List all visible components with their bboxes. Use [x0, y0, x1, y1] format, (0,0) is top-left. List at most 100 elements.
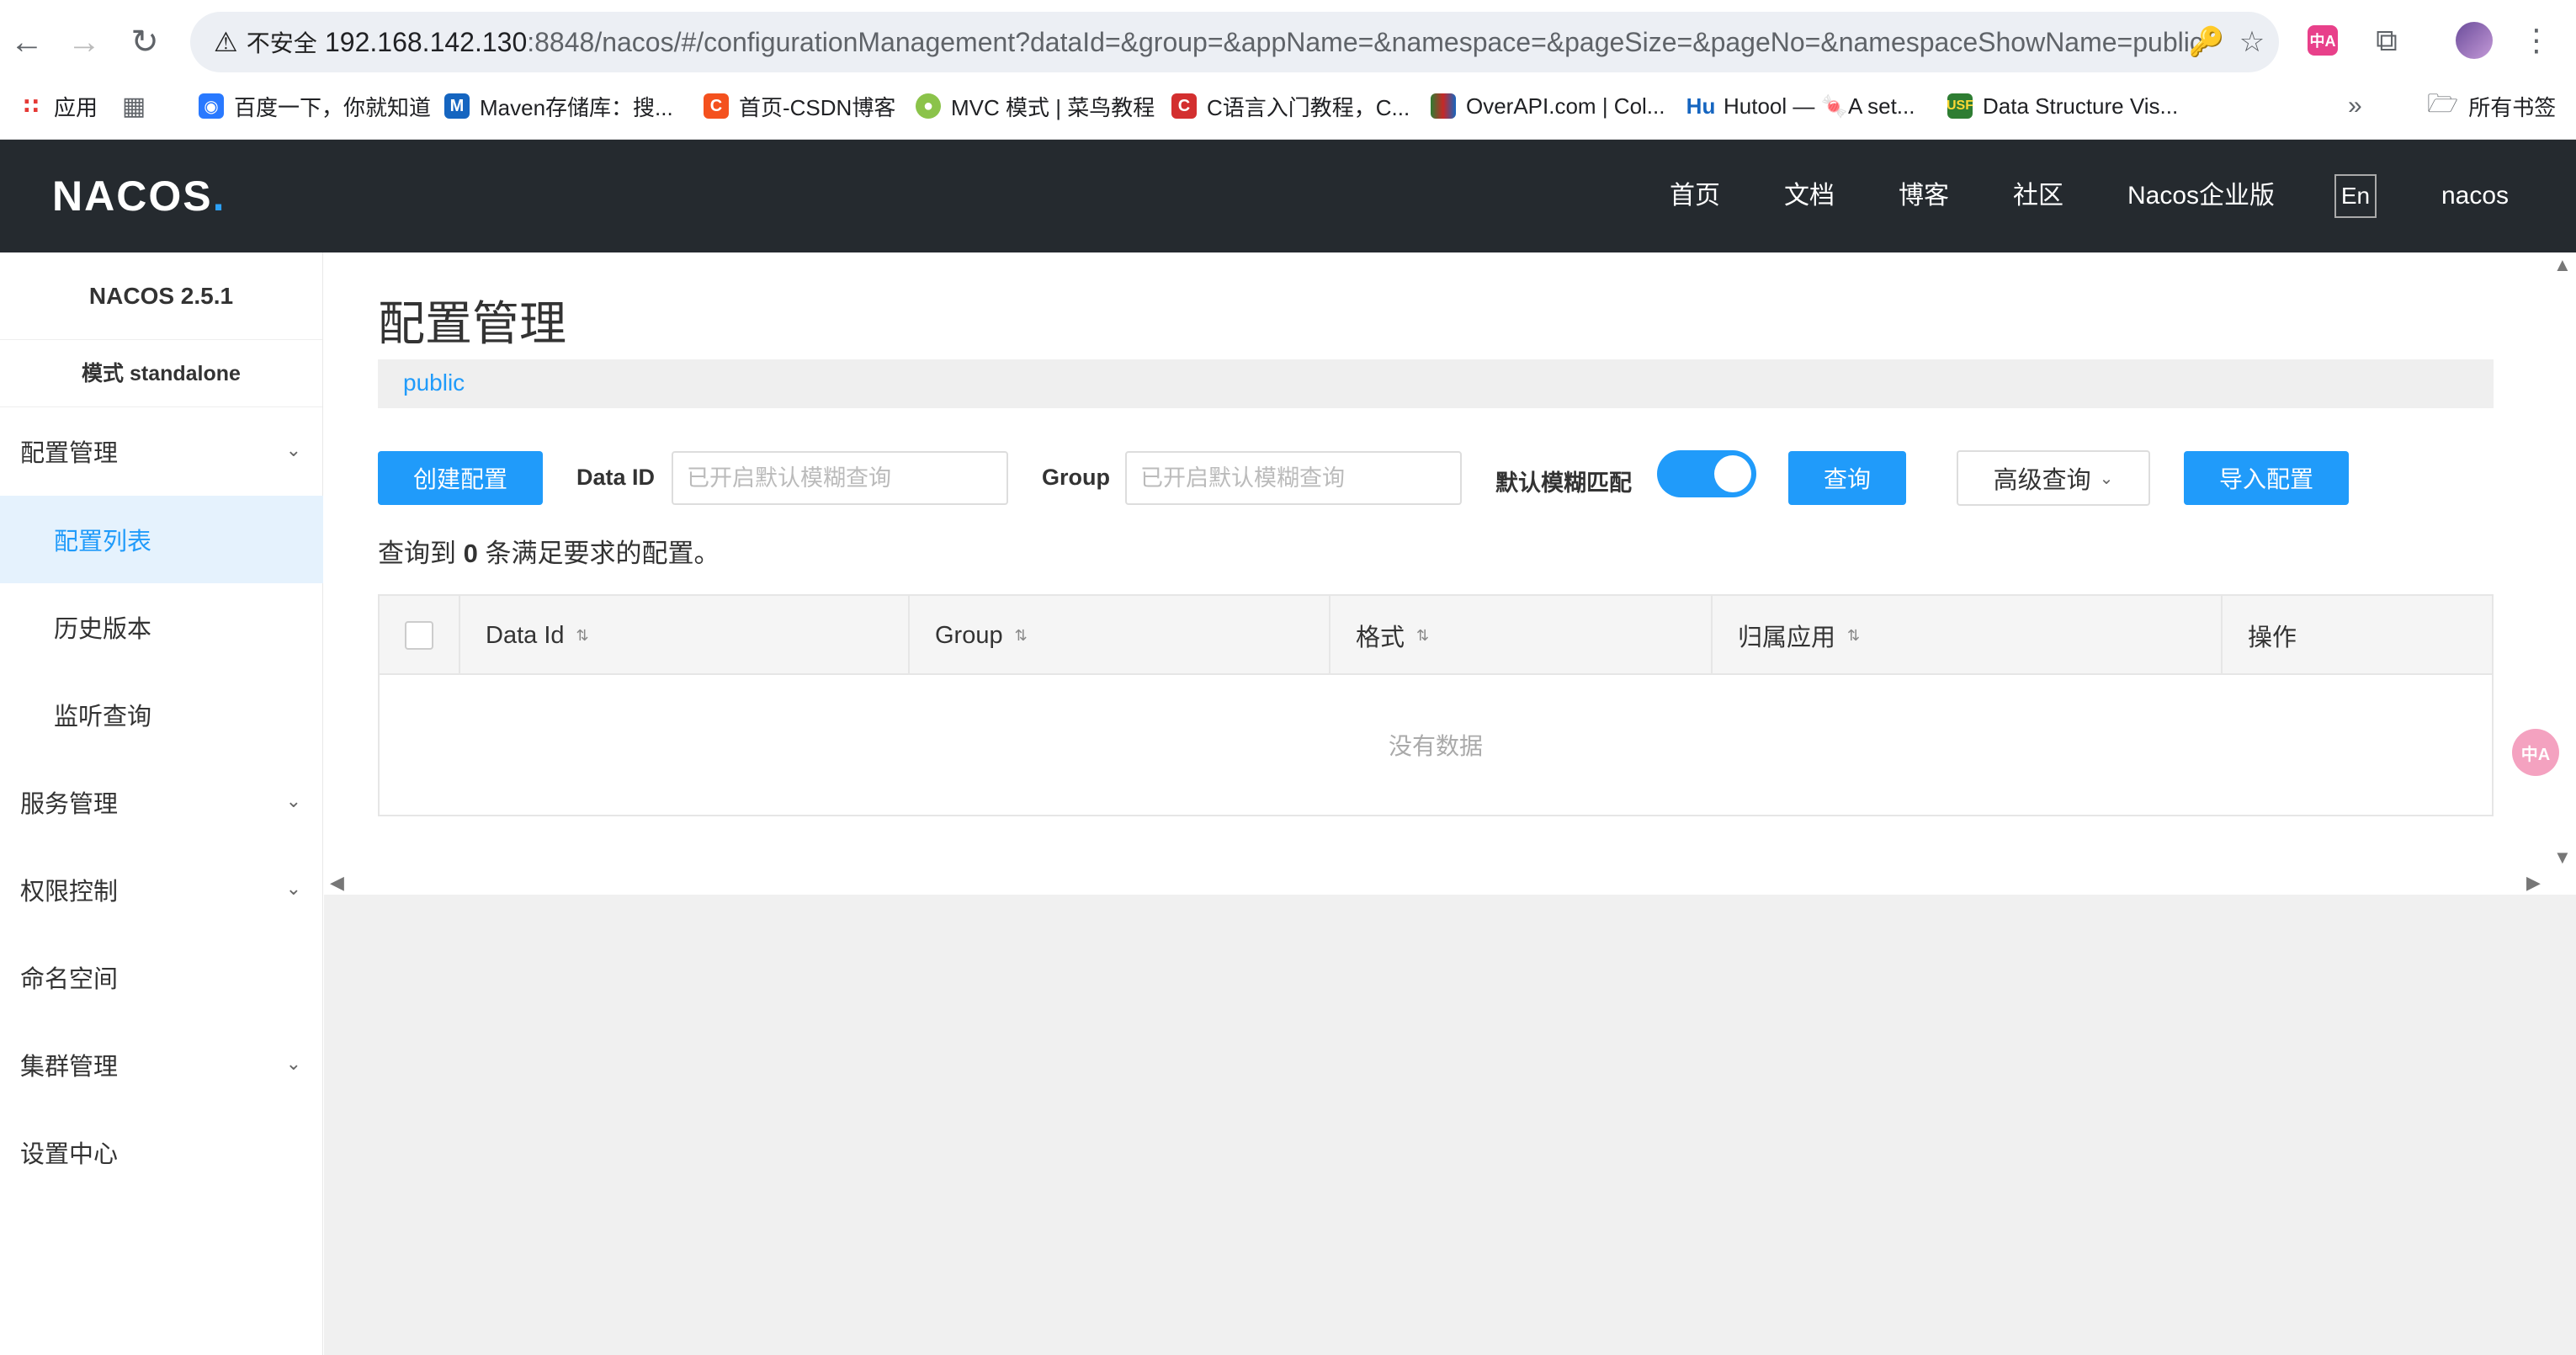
nav-docs[interactable]: 文档 [1784, 140, 1835, 252]
bookmark-label: C语言入门教程，C... [1207, 94, 1410, 120]
sidebar-item-label: 监听查询 [54, 704, 152, 731]
table-header: Data Id ⇅ Group ⇅ 格式 ⇅ 归属应用 ⇅ 操作 [380, 596, 2492, 675]
menu-kebab-icon[interactable]: ⋮ [2511, 15, 2562, 66]
bookmarks-overflow-icon[interactable]: » [2348, 82, 2362, 130]
bookmark-apps[interactable]: ∷ 应用 [19, 82, 98, 130]
bookmark-baidu[interactable]: ◉ 百度一下，你就知道 [199, 82, 431, 130]
sort-icon[interactable]: ⇅ [576, 627, 589, 645]
column-header-actions: 操作 [2223, 596, 2492, 675]
bookmark-label: 应用 [54, 94, 98, 120]
select-all-checkbox[interactable] [405, 621, 433, 650]
sort-icon[interactable]: ⇅ [1847, 627, 1860, 645]
scroll-down-icon[interactable]: ▼ [2553, 847, 2572, 869]
extensions-icon[interactable]: ⧉ [2361, 15, 2412, 66]
security-indicator[interactable]: ⚠ 不安全 [200, 19, 336, 66]
bookmark-runoob[interactable]: ● MVC 模式 | 菜鸟教程 [916, 82, 1155, 130]
bookmark-label: Hutool — 🍬A set... [1724, 93, 1915, 119]
chevron-down-icon: ⌄ [2099, 469, 2114, 488]
sidebar-item-access-control[interactable]: 权限控制 ⌄ [0, 846, 323, 933]
result-count: 0 [463, 539, 478, 568]
version-label: NACOS 2.5.1 [0, 252, 322, 340]
app-header: NACOS. 首页 文档 博客 社区 Nacos企业版 En nacos [0, 140, 2576, 252]
sort-icon[interactable]: ⇅ [1015, 627, 1028, 645]
import-config-button[interactable]: 导入配置 [2184, 451, 2349, 505]
translate-extension-icon[interactable]: 中A [2308, 25, 2338, 56]
sidebar-item-namespace[interactable]: 命名空间 [0, 933, 323, 1021]
namespace-public[interactable]: public [403, 369, 465, 396]
config-table: Data Id ⇅ Group ⇅ 格式 ⇅ 归属应用 ⇅ 操作 没有数据 [378, 594, 2494, 816]
result-prefix: 查询到 [378, 539, 456, 568]
sidebar-item-label: 权限控制 [20, 879, 119, 906]
fuzzy-match-toggle[interactable] [1657, 450, 1756, 497]
all-bookmarks[interactable]: 🗁 所有书签 [2427, 82, 2556, 130]
language-switch[interactable]: En [2334, 174, 2377, 218]
dataid-input[interactable] [672, 451, 1008, 505]
sidebar-item-label: 服务管理 [20, 791, 119, 818]
advanced-query-button[interactable]: 高级查询 ⌄ [1957, 450, 2150, 506]
group-input[interactable] [1125, 451, 1462, 505]
nav-enterprise[interactable]: Nacos企业版 [2127, 140, 2275, 252]
result-summary: 查询到 0 条满足要求的配置。 [378, 532, 720, 570]
column-header-dataid[interactable]: Data Id ⇅ [460, 596, 910, 675]
sidebar-item-cluster-management[interactable]: 集群管理 ⌄ [0, 1021, 323, 1108]
nav-blog[interactable]: 博客 [1899, 140, 1949, 252]
bookmark-tab-groups[interactable]: ▦ [121, 82, 146, 130]
sort-icon[interactable]: ⇅ [1416, 627, 1429, 645]
maven-icon: M [444, 93, 470, 119]
column-header-app[interactable]: 归属应用 ⇅ [1713, 596, 2223, 675]
url-text[interactable]: 192.168.142.130:8848/nacos/#/configurati… [325, 12, 2203, 72]
user-menu[interactable]: nacos [2441, 140, 2509, 252]
warning-icon: ⚠ [214, 27, 238, 57]
sidebar-item-config-management[interactable]: 配置管理 ⌄ [0, 407, 323, 495]
bookmark-label: 首页-CSDN博客 [739, 94, 896, 120]
bookmark-csdn[interactable]: C 首页-CSDN博客 [704, 82, 895, 130]
sidebar-item-settings[interactable]: 设置中心 [0, 1108, 323, 1196]
password-key-icon[interactable]: 🔑 [2185, 20, 2228, 64]
hutool-icon: Hu [1686, 93, 1716, 119]
scroll-up-icon[interactable]: ▲ [2553, 254, 2572, 276]
empty-state: 没有数据 [1388, 733, 1483, 759]
floating-translate-icon[interactable]: 中A [2512, 729, 2559, 776]
folder-icon: 🗁 [2427, 89, 2459, 118]
sidebar-item-history[interactable]: 历史版本 [0, 583, 323, 671]
column-label: Data Id [486, 621, 565, 649]
sidebar-item-label: 配置列表 [54, 529, 152, 555]
usf-icon: USF [1947, 93, 1973, 119]
profile-avatar[interactable] [2456, 22, 2493, 59]
advanced-query-label: 高级查询 [1993, 467, 2091, 494]
scroll-left-icon[interactable]: ◀ [330, 872, 344, 894]
sidebar-item-label: 配置管理 [20, 440, 119, 467]
sidebar-item-listener-query[interactable]: 监听查询 [0, 671, 323, 758]
create-config-button[interactable]: 创建配置 [378, 451, 543, 505]
nav-home[interactable]: 首页 [1670, 140, 1720, 252]
bookmark-c-tutorial[interactable]: C C语言入门教程，C... [1171, 82, 1410, 130]
bookmark-label: 百度一下，你就知道 [234, 94, 432, 120]
bookmark-maven[interactable]: M Maven存储库：搜... [444, 82, 673, 130]
back-icon[interactable]: ← [2, 17, 52, 67]
bookmark-star-icon[interactable]: ☆ [2230, 20, 2274, 64]
tab-groups-icon: ▦ [121, 92, 146, 120]
scroll-right-icon[interactable]: ▶ [2526, 872, 2541, 894]
group-label: Group [1042, 465, 1110, 490]
nacos-logo[interactable]: NACOS. [52, 172, 226, 221]
chevron-down-icon: ⌄ [285, 439, 301, 460]
sidebar: NACOS 2.5.1 模式 standalone 配置管理 ⌄ 配置列表 历史… [0, 252, 323, 1355]
address-bar[interactable]: ⚠ 不安全 192.168.142.130:8848/nacos/#/confi… [190, 12, 2279, 72]
forward-icon[interactable]: → [59, 17, 109, 67]
mode-label: 模式 standalone [0, 340, 322, 407]
browser-chrome: ← → ↻ ⚠ 不安全 192.168.142.130:8848/nacos/#… [0, 0, 2576, 140]
bookmark-usf[interactable]: USF Data Structure Vis... [1947, 82, 2178, 130]
query-button[interactable]: 查询 [1788, 451, 1906, 505]
column-header-format[interactable]: 格式 ⇅ [1330, 596, 1713, 675]
nav-community[interactable]: 社区 [2013, 140, 2063, 252]
column-header-group[interactable]: Group ⇅ [910, 596, 1330, 675]
sidebar-item-label: 设置中心 [20, 1141, 119, 1168]
sidebar-item-config-list[interactable]: 配置列表 [0, 496, 323, 583]
sidebar-item-service-management[interactable]: 服务管理 ⌄ [0, 758, 323, 846]
bookmark-overapi[interactable]: OverAPI.com | Col... [1431, 82, 1665, 130]
apps-grid-icon: ∷ [23, 93, 40, 119]
reload-icon[interactable]: ↻ [120, 17, 170, 67]
chevron-down-icon: ⌄ [285, 790, 301, 811]
sidebar-item-label: 集群管理 [20, 1054, 119, 1081]
bookmark-hutool[interactable]: Hu Hutool — 🍬A set... [1686, 82, 1915, 130]
